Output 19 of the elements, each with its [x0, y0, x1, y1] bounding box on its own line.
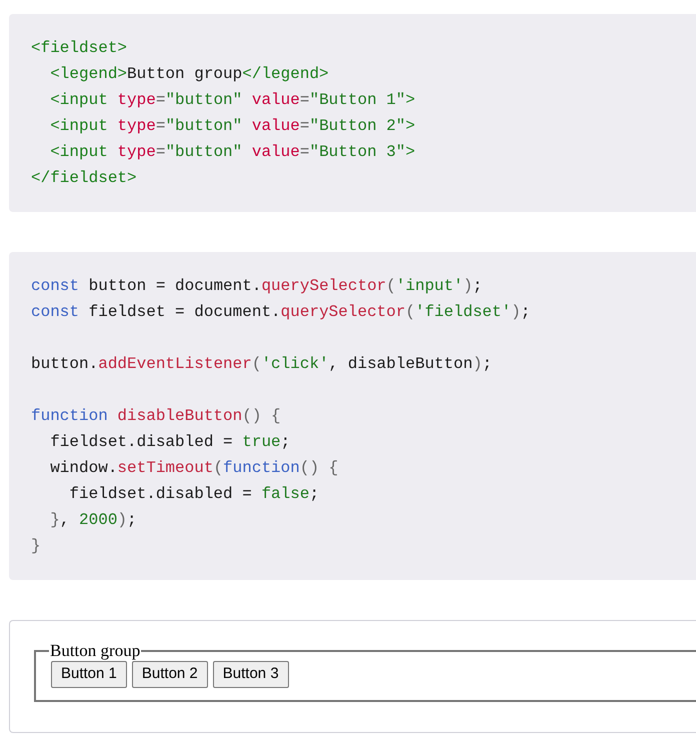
- code-line: <legend>Button group</legend>: [49, 64, 329, 85]
- code-line: function disableButton() {: [31, 406, 281, 427]
- code-line: <input type="button" value="Button 3">: [49, 142, 416, 163]
- group-legend: Button group: [49, 641, 142, 661]
- code-line: const fieldset = document.querySelector('fieldset');: [31, 302, 530, 323]
- code-line: fieldset.disabled = false;: [68, 484, 320, 505]
- button[interactable]: Button 1: [51, 661, 127, 688]
- code-line: }, 2000);: [49, 510, 137, 531]
- code-line: window.setTimeout(function() {: [49, 458, 338, 479]
- code-line: const button = document.querySelector('input');: [31, 276, 482, 297]
- code-line: <input type="button" value="Button 2">: [49, 116, 416, 137]
- code-line: </fieldset>: [31, 168, 137, 189]
- button[interactable]: Button 3: [212, 661, 289, 688]
- code-line: }: [31, 536, 41, 557]
- code-line: <input type="button" value="Button 1">: [49, 90, 416, 111]
- code-line: button.addEventListener('click', disableButton);: [31, 354, 492, 375]
- code-line: fieldset.disabled = true;: [49, 432, 290, 453]
- button[interactable]: Button 2: [132, 661, 208, 688]
- code-line: <fieldset>: [31, 38, 128, 59]
